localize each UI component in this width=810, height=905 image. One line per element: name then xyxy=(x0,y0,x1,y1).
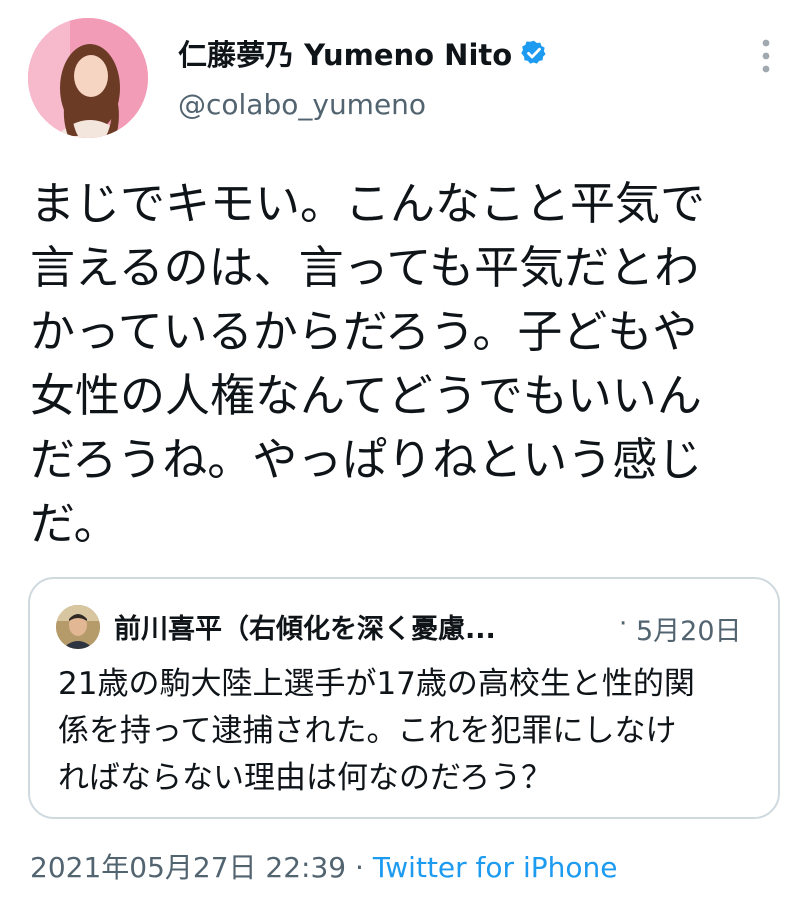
meta-separator: · xyxy=(346,851,373,884)
tweet-text-line: 女性の人権なんてどうでもいいん xyxy=(30,369,702,422)
quoted-text-line: 係を持って逮捕された。これを犯罪にしなけ xyxy=(58,713,677,749)
quoted-date: 5月20日 xyxy=(636,616,742,647)
quoted-tweet-text: 21歳の駒大陸上選手が17歳の高校生と性的関 係を持って逮捕された。これを犯罪に… xyxy=(58,661,758,802)
quoted-text-line: 21歳の駒大陸上選手が17歳の高校生と性的関 xyxy=(58,666,695,702)
verified-badge-icon xyxy=(520,39,548,67)
quoted-separator: · xyxy=(619,609,628,639)
author-name-row: 仁藤夢乃 Yumeno Nito xyxy=(178,30,548,76)
author-handle[interactable]: @colabo_yumeno xyxy=(178,88,426,121)
author-avatar[interactable] xyxy=(28,18,148,138)
quoted-author-avatar xyxy=(56,605,100,649)
more-vertical-icon[interactable] xyxy=(752,36,780,76)
tweet-text-line: かっているからだろう。子どもや xyxy=(30,305,698,358)
quoted-tweet-card[interactable]: 前川喜平（右傾化を深く憂慮... · 5月20日 21歳の駒大陸上選手が17歳の… xyxy=(28,577,780,819)
tweet-text-line: まじでキモい。こんなこと平気で xyxy=(30,177,706,230)
tweet-text-line: 言えるのは、言っても平気だとわ xyxy=(30,241,700,294)
author-display-name[interactable]: 仁藤夢乃 Yumeno Nito xyxy=(178,32,512,74)
quoted-author-name: 前川喜平（右傾化を深く憂慮... xyxy=(114,614,496,645)
tweet-text-line: だ。 xyxy=(30,497,119,550)
tweet-timestamp[interactable]: 2021年05月27日 22:39 xyxy=(30,851,346,884)
tweet-meta: 2021年05月27日 22:39 · Twitter for iPhone xyxy=(30,846,617,886)
tweet-source-link[interactable]: Twitter for iPhone xyxy=(373,851,618,884)
tweet-text: まじでキモい。こんなこと平気で 言えるのは、言っても平気だとわ かっているからだ… xyxy=(30,172,782,556)
quoted-text-line: ればならない理由は何なのだろう？ xyxy=(58,760,553,796)
tweet-text-line: だろうね。やっぱりねという感じ xyxy=(30,433,703,486)
